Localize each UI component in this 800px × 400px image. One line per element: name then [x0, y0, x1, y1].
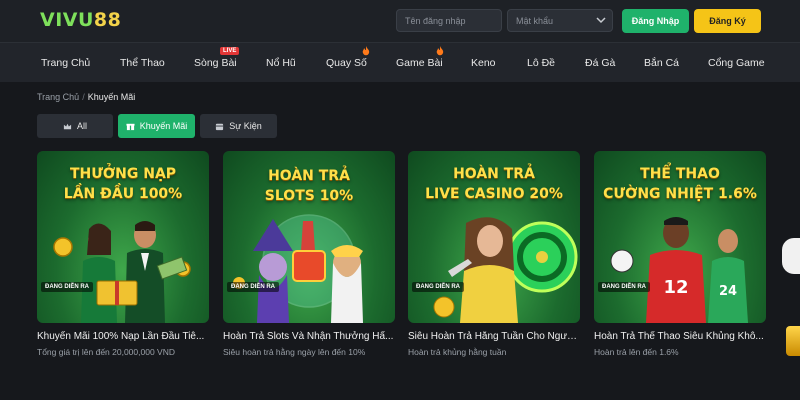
promo-card-title[interactable]: Hoàn Trả Thể Thao Siêu Khủng Khô...	[594, 331, 766, 342]
status-badge: ĐANG DIỄN RA	[227, 282, 280, 292]
promo-card-subtitle: Tổng giá trị lên đến 20,000,000 VND	[37, 347, 175, 357]
crown-icon	[63, 123, 72, 129]
status-badge: ĐANG DIỄN RA	[41, 282, 94, 292]
nav-item-home[interactable]: Trang Chủ	[41, 57, 90, 69]
password-field	[507, 9, 613, 32]
svg-text:12: 12	[663, 277, 688, 298]
promo-banner-line2: CƯỜNG NHIỆT 1.6%	[603, 186, 757, 202]
promo-banner-line1: THỂ THAO	[640, 166, 720, 182]
fire-icon	[436, 46, 444, 56]
nav-item-casino[interactable]: Sòng Bài	[194, 57, 237, 69]
promo-art-image	[233, 214, 363, 323]
register-button[interactable]: Đăng Ký	[694, 9, 761, 33]
promo-banner-line1: HOÀN TRẢ	[453, 166, 535, 182]
svg-text:24: 24	[719, 284, 737, 299]
promo-card-title[interactable]: Siêu Hoàn Trả Hằng Tuần Cho Ngườ...	[408, 331, 580, 342]
promo-card-title[interactable]: Hoàn Trả Slots Và Nhận Thưởng Hấ...	[223, 331, 395, 342]
promo-banner-line1: THƯỞNG NẠP	[69, 166, 177, 182]
promo-banner-line2: SLOTS 10%	[264, 188, 354, 204]
nav-item-slots[interactable]: Nổ Hũ	[266, 57, 296, 69]
promo-art-image: 12 24	[610, 217, 748, 323]
fire-icon	[362, 46, 370, 56]
promo-art-image	[53, 221, 191, 323]
promo-banner-line2: LIVE CASINO 20%	[425, 186, 563, 202]
nav-item-lottery[interactable]: Quay Số	[326, 57, 367, 69]
main-nav: Trang Chủ Thể Thao Sòng Bài LIVE Nổ Hũ Q…	[0, 42, 800, 82]
filter-promotions-label: Khuyến Mãi	[139, 121, 188, 131]
nav-item-keno[interactable]: Keno	[471, 57, 496, 69]
promo-art-image	[433, 217, 578, 323]
status-badge: ĐANG DIỄN RA	[598, 282, 651, 292]
filter-events-button[interactable]: Sự Kiện	[200, 114, 277, 138]
promo-card-title[interactable]: Khuyến Mãi 100% Nạp Lần Đầu Tiê...	[37, 331, 209, 342]
promo-banner-line1: HOÀN TRẢ	[268, 168, 350, 184]
filter-all-button[interactable]: All	[37, 114, 113, 138]
breadcrumb-current: Khuyến Mãi	[87, 92, 136, 102]
promo-card-live-casino-rebate[interactable]: HOÀN TRẢ LIVE CASINO 20% ĐANG DIỄN RA	[408, 151, 580, 323]
promo-banner-line2: LẦN ĐẦU 100%	[63, 186, 183, 202]
nav-item-card-games[interactable]: Game Bài	[396, 57, 443, 69]
nav-item-game-portal[interactable]: Cổng Game	[708, 57, 765, 69]
site-logo[interactable]: VIVU88	[40, 9, 121, 31]
filter-all-label: All	[76, 121, 87, 131]
gift-icon	[126, 123, 135, 130]
filter-promotions-button[interactable]: Khuyến Mãi	[118, 114, 195, 138]
top-header: VIVU88 Đăng Nhập Đăng Ký	[0, 0, 800, 42]
nav-item-sports[interactable]: Thể Thao	[120, 57, 165, 69]
nav-item-fishing[interactable]: Bắn Cá	[644, 57, 679, 69]
live-badge: LIVE	[220, 47, 240, 55]
promo-card-sports-rebate[interactable]: THỂ THAO CƯỜNG NHIỆT 1.6% 12 24 ĐANG DIỄ…	[594, 151, 766, 323]
chevron-down-icon[interactable]	[595, 14, 607, 26]
promo-card-subtitle: Siêu hoàn trả hằng ngày lên đến 10%	[223, 347, 366, 357]
username-input[interactable]	[396, 9, 502, 32]
calendar-icon	[216, 123, 224, 130]
promo-card-first-deposit[interactable]: THƯỞNG NẠP LẦN ĐẦU 100% ĐANG DIỄN RA	[37, 151, 209, 323]
promo-card-slots-rebate[interactable]: HOÀN TRẢ SLOTS 10% ĐANG DIỄN RA	[223, 151, 395, 323]
promo-card-subtitle: Hoàn trả lên đến 1.6%	[594, 347, 679, 357]
nav-item-cockfight[interactable]: Đá Gà	[585, 57, 615, 69]
nav-item-lo-de[interactable]: Lô Đề	[527, 57, 555, 69]
floating-widget[interactable]	[782, 238, 800, 274]
login-button[interactable]: Đăng Nhập	[622, 9, 689, 33]
breadcrumb: Trang Chủ / Khuyến Mãi	[37, 92, 135, 102]
filter-events-label: Sự Kiện	[229, 121, 262, 131]
promo-card-subtitle: Hoàn trả khủng hằng tuần	[408, 347, 507, 357]
breadcrumb-separator: /	[82, 92, 85, 102]
status-badge: ĐANG DIỄN RA	[412, 282, 465, 292]
floating-promo-icon[interactable]	[786, 326, 800, 356]
breadcrumb-home[interactable]: Trang Chủ	[37, 92, 79, 102]
